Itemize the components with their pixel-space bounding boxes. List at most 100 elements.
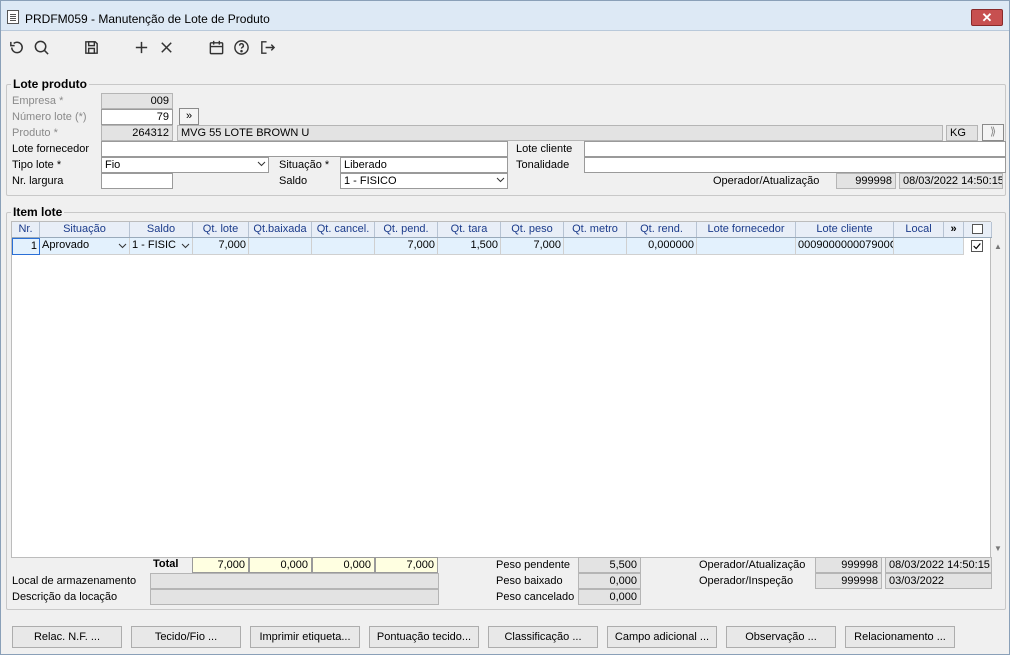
operador-atualizacao-datetime: 08/03/2022 14:50:15: [885, 557, 992, 573]
cell-qt-metro[interactable]: [564, 238, 627, 255]
close-button[interactable]: ✕: [971, 9, 1003, 26]
campo-adicional-button[interactable]: Campo adicional ...: [607, 626, 717, 648]
col-situacao[interactable]: Situação: [40, 222, 130, 237]
scroll-down-icon[interactable]: ▼: [994, 544, 1002, 553]
tonalidade-field[interactable]: [584, 157, 1006, 173]
peso-cancelado-label: Peso cancelado: [496, 591, 575, 603]
tecido-fio-button[interactable]: Tecido/Fio ...: [131, 626, 241, 648]
empresa-field: 009: [101, 93, 173, 109]
cell-saldo[interactable]: 1 - FISIC: [130, 238, 193, 255]
cell-qt-baixada[interactable]: [249, 238, 312, 255]
col-local[interactable]: Local: [894, 222, 944, 237]
select-all-checkbox[interactable]: [972, 224, 983, 234]
cell-local[interactable]: [894, 238, 964, 255]
col-qt-lote[interactable]: Qt. lote: [193, 222, 249, 237]
item-lote-grid: Nr. Situação Saldo Qt. lote Qt.baixada Q…: [11, 221, 1002, 558]
local-armazenamento-field: [150, 573, 439, 589]
col-nr[interactable]: Nr.: [12, 222, 40, 237]
help-icon[interactable]: [231, 37, 251, 57]
row-checkbox[interactable]: [971, 240, 983, 252]
local-armazenamento-label: Local de armazenamento: [12, 575, 137, 587]
title-bar: PRDFM059 - Manutenção de Lote de Produto…: [1, 1, 1009, 31]
cell-qt-rend[interactable]: 0,000000: [627, 238, 697, 255]
undo-icon[interactable]: [6, 37, 26, 57]
tonalidade-label: Tonalidade: [516, 159, 570, 171]
col-qt-metro[interactable]: Qt. metro: [564, 222, 627, 237]
total-qt-cancel: 0,000: [312, 557, 375, 573]
cell-lote-fornecedor[interactable]: [697, 238, 796, 255]
empresa-label: Empresa *: [12, 95, 64, 107]
total-qt-baixada: 0,000: [249, 557, 312, 573]
operador-atualizacao-code: 999998: [815, 557, 882, 573]
add-icon[interactable]: [131, 37, 151, 57]
saldo-label: Saldo: [279, 175, 308, 187]
col-qt-tara[interactable]: Qt. tara: [438, 222, 501, 237]
tipo-lote-value: Fio: [105, 159, 121, 171]
col-lote-fornecedor[interactable]: Lote fornecedor: [697, 222, 796, 237]
operador-inspecao-code: 999998: [815, 573, 882, 589]
tipo-lote-label: Tipo lote *: [12, 159, 62, 171]
imprimir-etiqueta-button[interactable]: Imprimir etiqueta...: [250, 626, 360, 648]
operador-atualizacao-label: Operador/Atualização: [699, 559, 806, 571]
cell-lote-cliente[interactable]: 000900000007900C: [796, 238, 894, 255]
relacionamento-button[interactable]: Relacionamento ...: [845, 626, 955, 648]
lote-produto-title: Lote produto: [11, 77, 89, 91]
peso-pendente-label: Peso pendente: [496, 559, 571, 571]
search-icon[interactable]: [31, 37, 51, 57]
scroll-up-icon[interactable]: ▲: [994, 242, 1002, 251]
produto-code-field: 264312: [101, 125, 173, 141]
col-saldo[interactable]: Saldo: [130, 222, 193, 237]
table-row[interactable]: 1 Aprovado 1 - FISIC 7,000 7,000 1,500 7…: [12, 238, 964, 255]
col-qt-rend[interactable]: Qt. rend.: [627, 222, 697, 237]
save-icon[interactable]: [81, 37, 101, 57]
peso-baixado-field: 0,000: [578, 573, 641, 589]
lote-cliente-label: Lote cliente: [516, 143, 573, 155]
lote-fornecedor-label: Lote fornecedor: [12, 143, 90, 155]
unit-field: KG: [946, 125, 978, 141]
col-select-all[interactable]: [964, 222, 992, 237]
chevron-down-icon: [496, 177, 505, 183]
grid-header: Nr. Situação Saldo Qt. lote Qt.baixada Q…: [12, 222, 992, 238]
col-lote-cliente[interactable]: Lote cliente: [796, 222, 894, 237]
total-qt-pend: 7,000: [375, 557, 438, 573]
cell-qt-pend[interactable]: 7,000: [375, 238, 438, 255]
window-title: PRDFM059 - Manutenção de Lote de Produto: [25, 12, 270, 26]
descricao-locacao-field: [150, 589, 439, 605]
saldo-select[interactable]: 1 - FISICO: [340, 173, 508, 189]
nr-largura-field[interactable]: [101, 173, 173, 189]
observacao-button[interactable]: Observação ...: [726, 626, 836, 648]
classificacao-button[interactable]: Classificação ...: [488, 626, 598, 648]
tipo-lote-select[interactable]: Fio: [101, 157, 269, 173]
lote-cliente-field[interactable]: [584, 141, 1006, 157]
exit-icon[interactable]: [257, 37, 277, 57]
col-qt-pend[interactable]: Qt. pend.: [375, 222, 438, 237]
numero-lote-field[interactable]: 79: [101, 109, 173, 125]
lote-fornecedor-field[interactable]: [101, 141, 508, 157]
pontuacao-tecido-button[interactable]: Pontuação tecido...: [369, 626, 479, 648]
col-qt-peso[interactable]: Qt. peso: [501, 222, 564, 237]
cell-situacao-value: Aprovado: [42, 239, 90, 251]
col-qt-baixada[interactable]: Qt.baixada: [249, 222, 312, 237]
col-more-button[interactable]: »: [944, 222, 964, 237]
next-lote-button[interactable]: »: [179, 108, 199, 125]
item-lote-title: Item lote: [11, 205, 65, 219]
chevron-down-icon: [118, 243, 127, 249]
cell-qt-lote[interactable]: 7,000: [193, 238, 249, 255]
cell-qt-tara[interactable]: 1,500: [438, 238, 501, 255]
main-window: PRDFM059 - Manutenção de Lote de Produto…: [0, 0, 1010, 655]
produto-lookup-button[interactable]: ⟫: [982, 124, 1004, 141]
operador-label: Operador/Atualização: [713, 175, 820, 187]
calendar-icon[interactable]: [206, 37, 226, 57]
chevron-down-icon: [257, 161, 266, 167]
operador-datetime-field: 08/03/2022 14:50:15: [899, 173, 1003, 189]
cell-qt-cancel[interactable]: [312, 238, 375, 255]
delete-icon[interactable]: [156, 37, 176, 57]
cell-qt-peso[interactable]: 7,000: [501, 238, 564, 255]
col-qt-cancel[interactable]: Qt. cancel.: [312, 222, 375, 237]
relac-nf-button[interactable]: Relac. N.F. ...: [12, 626, 122, 648]
total-label: Total: [153, 558, 179, 570]
situacao-field[interactable]: Liberado: [340, 157, 508, 173]
cell-nr[interactable]: 1: [12, 238, 40, 255]
peso-baixado-label: Peso baixado: [496, 575, 563, 587]
cell-situacao[interactable]: Aprovado: [40, 238, 130, 255]
